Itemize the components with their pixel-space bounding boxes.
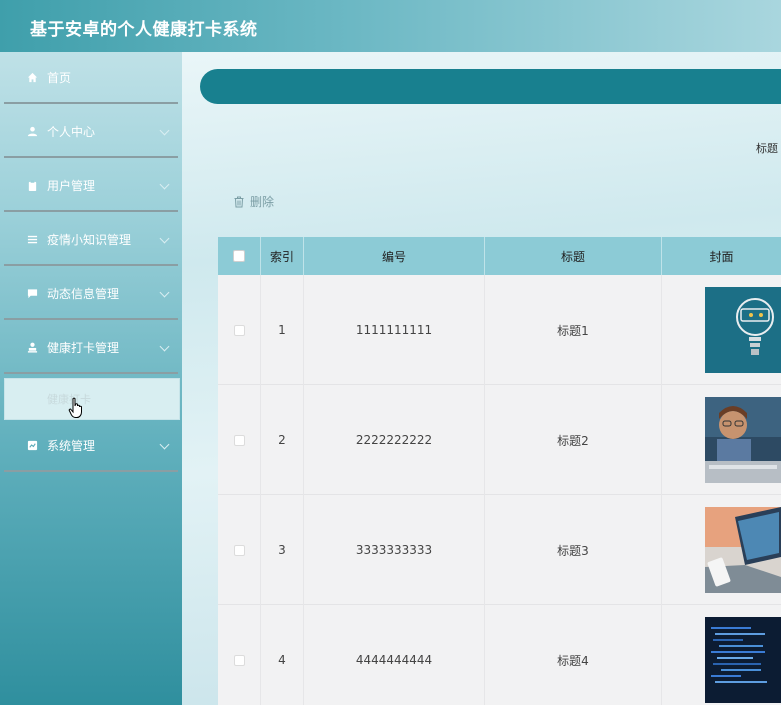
row-select-cell (218, 275, 261, 385)
select-all-cell (218, 237, 261, 275)
column-header-cover[interactable]: 封面 (662, 237, 781, 275)
sidebar-item-label: 系统管理 (47, 438, 96, 453)
table-row[interactable]: 3 3333333333 标题3 (218, 495, 781, 605)
row-number: 4444444444 (304, 605, 485, 705)
row-select-cell (218, 495, 261, 605)
person-icon (26, 341, 38, 353)
list-icon (26, 233, 38, 245)
data-table: 索引 编号 标题 封面 1 1111111111 标题1 2 222222222… (218, 237, 781, 705)
row-cover-cell (662, 385, 781, 495)
sidebar-item-label: 疫情小知识管理 (47, 232, 132, 247)
table-row[interactable]: 4 4444444444 标题4 (218, 605, 781, 705)
chevron-down-icon (159, 287, 170, 298)
hand-cursor-icon (68, 397, 84, 419)
row-title: 标题3 (485, 495, 662, 605)
row-index: 4 (261, 605, 304, 705)
row-checkbox[interactable] (233, 324, 245, 336)
laptop-phone-image[interactable] (705, 507, 781, 593)
sidebar-item-label: 首页 (47, 70, 72, 85)
row-title: 标题2 (485, 385, 662, 495)
column-header-number[interactable]: 编号 (304, 237, 485, 275)
select-all-checkbox[interactable] (233, 250, 245, 262)
table-row[interactable]: 1 1111111111 标题1 (218, 275, 781, 385)
sidebar-item-label: 健康打卡管理 (47, 340, 120, 355)
row-cover-cell (662, 495, 781, 605)
sidebar-item-system-management[interactable]: 系统管理 (4, 420, 178, 472)
row-checkbox[interactable] (233, 654, 245, 666)
column-header-title[interactable]: 标题 (485, 237, 662, 275)
row-checkbox[interactable] (233, 434, 245, 446)
sidebar-item-epidemic-knowledge[interactable]: 疫情小知识管理 (4, 214, 178, 266)
chevron-down-icon (159, 341, 170, 352)
code-screen-image[interactable] (705, 617, 781, 703)
home-icon (26, 71, 38, 83)
row-checkbox[interactable] (233, 544, 245, 556)
chart-icon (26, 439, 38, 451)
table-row[interactable]: 2 2222222222 标题2 (218, 385, 781, 495)
sidebar-item-user-management[interactable]: 用户管理 (4, 160, 178, 212)
delete-button-label: 删除 (250, 195, 275, 209)
row-select-cell (218, 605, 261, 705)
message-icon (26, 287, 38, 299)
chevron-down-icon (159, 179, 170, 190)
user-icon (26, 125, 38, 137)
breadcrumb-bar (200, 69, 781, 104)
column-header-index[interactable]: 索引 (261, 237, 304, 275)
row-select-cell (218, 385, 261, 495)
sidebar-item-news-management[interactable]: 动态信息管理 (4, 268, 178, 320)
row-title: 标题4 (485, 605, 662, 705)
search-title-label: 标题 (756, 142, 778, 155)
chevron-down-icon (159, 233, 170, 244)
row-index: 1 (261, 275, 304, 385)
chevron-down-icon (159, 439, 170, 450)
row-number: 2222222222 (304, 385, 485, 495)
trash-icon (234, 196, 244, 207)
submenu-item-health-checkin[interactable]: 健康打卡 (4, 378, 180, 420)
sidebar-item-label: 用户管理 (47, 178, 96, 193)
sidebar-item-personal-center[interactable]: 个人中心 (4, 106, 178, 158)
table-header: 索引 编号 标题 封面 (218, 237, 781, 275)
sidebar-item-health-checkin-management[interactable]: 健康打卡管理 (4, 322, 178, 374)
idea-bulb-image[interactable] (705, 287, 781, 373)
app-title: 基于安卓的个人健康打卡系统 (30, 20, 258, 40)
child-keyboard-image[interactable] (705, 397, 781, 483)
row-number: 1111111111 (304, 275, 485, 385)
sidebar-item-label: 个人中心 (47, 124, 96, 139)
app-header: 基于安卓的个人健康打卡系统 (0, 0, 781, 52)
row-index: 3 (261, 495, 304, 605)
row-title: 标题1 (485, 275, 662, 385)
row-cover-cell (662, 605, 781, 705)
delete-button[interactable]: 删除 (233, 193, 274, 210)
row-number: 3333333333 (304, 495, 485, 605)
row-index: 2 (261, 385, 304, 495)
row-cover-cell (662, 275, 781, 385)
sidebar-item-home[interactable]: 首页 (4, 52, 178, 104)
sidebar-item-label: 动态信息管理 (47, 286, 120, 301)
chevron-down-icon (159, 125, 170, 136)
clipboard-icon (26, 179, 38, 191)
